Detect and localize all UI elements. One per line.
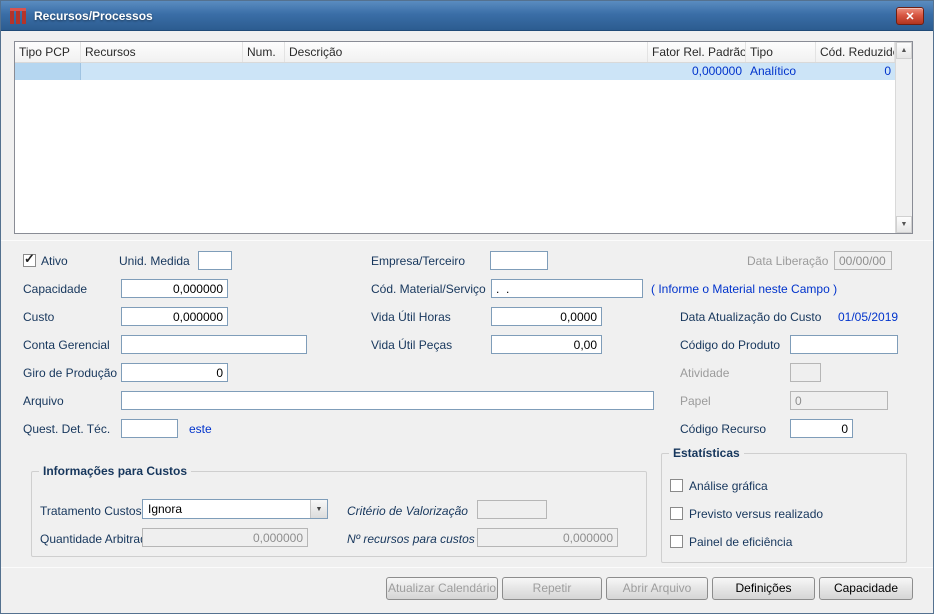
- column-header-cod-reduzido[interactable]: Cód. Reduzido: [816, 42, 895, 62]
- cell-fator-rel-padrao: 0,000000: [648, 63, 746, 80]
- close-button[interactable]: ✕: [896, 7, 924, 25]
- previsto-versus-realizado-label: Previsto versus realizado: [689, 507, 823, 521]
- empresa-terceiro-label: Empresa/Terceiro: [371, 254, 465, 268]
- vida-util-horas-input[interactable]: [491, 307, 602, 326]
- window-title: Recursos/Processos: [34, 9, 153, 23]
- cod-material-input[interactable]: [491, 279, 643, 298]
- criterio-valorizacao-label: Critério de Valorização: [347, 504, 468, 518]
- n-recursos-custos-input: [477, 528, 618, 547]
- atualizar-calendario-button: Atualizar Calendário: [386, 577, 498, 600]
- cod-material-label: Cód. Material/Serviço: [371, 282, 486, 296]
- quest-det-tec-label: Quest. Det. Téc.: [23, 422, 110, 436]
- arquivo-label: Arquivo: [23, 394, 64, 408]
- papel-label: Papel: [680, 394, 711, 408]
- tratamento-custos-label: Tratamento Custos: [40, 504, 142, 518]
- recursos-processos-window: Recursos/Processos ✕ Tipo PCP Recursos N…: [0, 0, 934, 614]
- capacidade-label: Capacidade: [23, 282, 87, 296]
- material-hint: ( Informe o Material neste Campo ): [651, 282, 837, 296]
- quest-det-tec-input[interactable]: [121, 419, 178, 438]
- column-header-tipo[interactable]: Tipo: [746, 42, 816, 62]
- capacidade-button[interactable]: Capacidade: [819, 577, 913, 600]
- atividade-input: [790, 363, 821, 382]
- grid-empty-area: [15, 80, 895, 233]
- data-atualizacao-label: Data Atualização do Custo: [680, 310, 821, 324]
- title-bar[interactable]: Recursos/Processos ✕: [1, 1, 933, 31]
- data-atualizacao-value: 01/05/2019: [838, 310, 898, 324]
- check-icon: ✓: [24, 252, 35, 265]
- chevron-down-icon: ▼: [310, 500, 327, 518]
- resources-grid: Tipo PCP Recursos Num. Descrição Fator R…: [14, 41, 913, 234]
- grid-vertical-scrollbar[interactable]: ▲ ▼: [895, 42, 912, 233]
- conta-gerencial-input[interactable]: [121, 335, 307, 354]
- tratamento-custos-value: Ignora: [143, 502, 310, 516]
- column-header-descricao[interactable]: Descrição: [285, 42, 648, 62]
- custo-label: Custo: [23, 310, 54, 324]
- separator-top: [1, 240, 933, 241]
- conta-gerencial-label: Conta Gerencial: [23, 338, 110, 352]
- column-header-tipo-pcp[interactable]: Tipo PCP: [15, 42, 81, 62]
- cell-tipo-pcp: [15, 63, 81, 80]
- unid-medida-label: Unid. Medida: [119, 254, 190, 268]
- estatisticas-group-title: Estatísticas: [669, 446, 744, 460]
- cell-descricao: [285, 63, 648, 80]
- empresa-terceiro-input[interactable]: [490, 251, 548, 270]
- custos-group: Informações para Custos Tratamento Custo…: [31, 471, 647, 557]
- n-recursos-custos-label: Nº recursos para custos: [347, 532, 475, 546]
- repetir-button: Repetir: [502, 577, 602, 600]
- quantidade-arbitrada-input: [142, 528, 308, 547]
- giro-producao-input[interactable]: [121, 363, 228, 382]
- data-liberacao-input: [834, 251, 892, 270]
- scroll-down-icon: ▼: [901, 221, 908, 228]
- codigo-produto-input[interactable]: [790, 335, 898, 354]
- painel-eficiencia-checkbox[interactable]: [670, 535, 683, 548]
- custos-group-title: Informações para Custos: [39, 464, 191, 478]
- cell-tipo: Analítico: [746, 63, 816, 80]
- estatisticas-group: Estatísticas Análise gráfica Previsto ve…: [661, 453, 907, 563]
- ativo-checkbox[interactable]: ✓: [23, 254, 36, 267]
- grid-columns-area: Tipo PCP Recursos Num. Descrição Fator R…: [15, 42, 895, 233]
- scroll-up-button[interactable]: ▲: [896, 42, 912, 59]
- giro-producao-label: Giro de Produção: [23, 366, 117, 380]
- scroll-up-icon: ▲: [901, 47, 908, 54]
- column-header-fator-rel-padrao[interactable]: Fator Rel. Padrão: [648, 42, 746, 62]
- cell-recursos: [81, 63, 243, 80]
- codigo-recurso-input[interactable]: [790, 419, 853, 438]
- previsto-versus-realizado-checkbox[interactable]: [670, 507, 683, 520]
- column-header-num[interactable]: Num.: [243, 42, 285, 62]
- codigo-produto-label: Código do Produto: [680, 338, 780, 352]
- grid-header: Tipo PCP Recursos Num. Descrição Fator R…: [15, 42, 895, 63]
- custo-input[interactable]: [121, 307, 228, 326]
- papel-input: [790, 391, 888, 410]
- cell-num: [243, 63, 285, 80]
- analise-grafica-checkbox[interactable]: [670, 479, 683, 492]
- ativo-label: Ativo: [41, 254, 68, 268]
- cell-cod-reduzido: 0: [816, 63, 895, 80]
- column-header-recursos[interactable]: Recursos: [81, 42, 243, 62]
- abrir-arquivo-button: Abrir Arquivo: [606, 577, 708, 600]
- close-icon: ✕: [905, 10, 914, 23]
- definicoes-button[interactable]: Definições: [712, 577, 815, 600]
- capacidade-input[interactable]: [121, 279, 228, 298]
- scroll-down-button[interactable]: ▼: [896, 216, 912, 233]
- unid-medida-input[interactable]: [198, 251, 232, 270]
- vida-util-pecas-label: Vida Útil Peças: [371, 338, 452, 352]
- vida-util-horas-label: Vida Útil Horas: [371, 310, 451, 324]
- separator-bottom: [1, 567, 933, 568]
- atividade-label: Atividade: [680, 366, 729, 380]
- analise-grafica-label: Análise gráfica: [689, 479, 768, 493]
- criterio-valorizacao-input: [477, 500, 547, 519]
- vida-util-pecas-input[interactable]: [491, 335, 602, 354]
- tratamento-custos-select[interactable]: Ignora ▼: [142, 499, 328, 519]
- arquivo-input[interactable]: [121, 391, 654, 410]
- app-icon: [9, 8, 27, 24]
- data-liberacao-label: Data Liberação: [747, 254, 828, 268]
- este-link[interactable]: este: [189, 422, 212, 436]
- codigo-recurso-label: Código Recurso: [680, 422, 766, 436]
- grid-selected-row[interactable]: 0,000000 Analítico 0: [15, 63, 895, 80]
- quantidade-arbitrada-label: Quantidade Arbitrada: [40, 532, 153, 546]
- painel-eficiencia-label: Painel de eficiência: [689, 535, 792, 549]
